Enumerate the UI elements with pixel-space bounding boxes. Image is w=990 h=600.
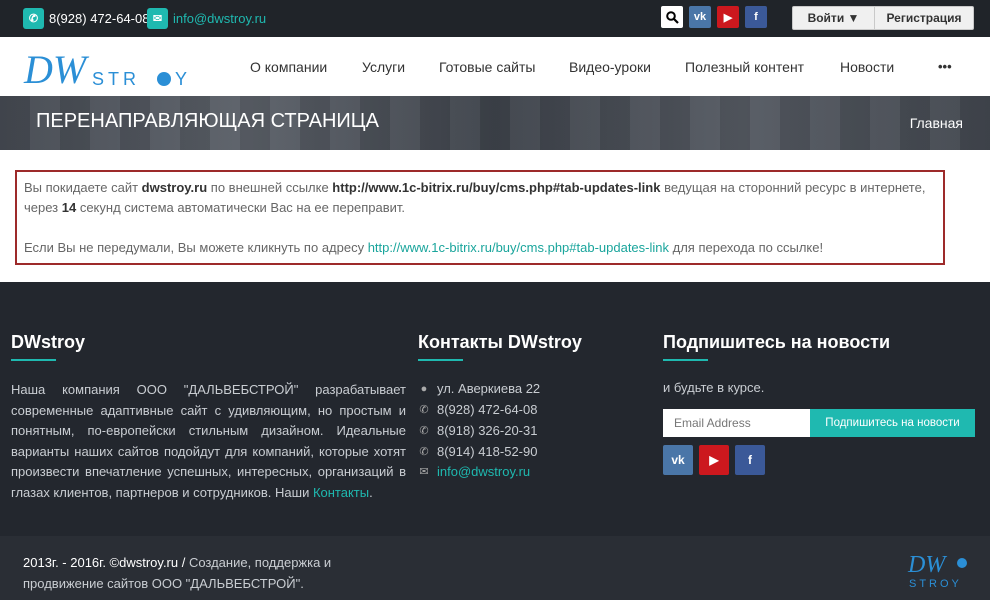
footer-subscribe-title: Подпишитесь на новости [663, 332, 891, 352]
contact-phone-1: ✆ 8(928) 472-64-08 [418, 402, 537, 417]
nav-item-news[interactable]: Новости [840, 59, 894, 75]
title-underline [418, 359, 463, 361]
main-nav: DW STR Y О компании Услуги Готовые сайты… [0, 37, 990, 96]
phone-icon: ✆ [419, 404, 429, 416]
redirect-notice: Вы покидаете сайт dwstroy.ru по внешней … [15, 170, 945, 265]
nav-item-video[interactable]: Видео-уроки [569, 59, 651, 75]
contact-phone-2: ✆ 8(918) 326-20-31 [418, 423, 537, 438]
redirect-link[interactable]: http://www.1c-bitrix.ru/buy/cms.php#tab-… [368, 240, 669, 255]
text: по внешней ссылке [207, 180, 333, 195]
youtube-icon[interactable]: ▶ [717, 6, 739, 28]
footer-logo-globe [957, 558, 967, 568]
site-logo[interactable]: DW STR Y [22, 45, 202, 91]
site-name: dwstroy.ru [141, 180, 208, 195]
logo-subtext: STR [92, 69, 140, 89]
contact-text: 8(928) 472-64-08 [437, 402, 538, 417]
nav-item-services[interactable]: Услуги [362, 59, 405, 75]
email-input[interactable]: Email Address [663, 409, 810, 437]
title-underline [663, 359, 708, 361]
bottom-bar: 2013г. - 2016г. ©dwstroy.ru / Создание, … [0, 536, 990, 600]
phone-number: 8(928) 472-64-08 [49, 11, 150, 26]
email-contact[interactable]: ✉ info@dwstroy.ru [147, 8, 266, 29]
phone-icon: ✆ [419, 425, 429, 437]
nav-more-button[interactable]: ••• [938, 59, 952, 74]
caret-down-icon: ▼ [847, 11, 860, 25]
email-link: info@dwstroy.ru [173, 11, 267, 26]
text: секунд система автоматически Вас на ее п… [76, 200, 406, 215]
vk-icon[interactable]: vk [689, 6, 711, 28]
contact-text: 8(914) 418-52-90 [437, 444, 538, 459]
phone-icon: ✆ [419, 446, 429, 458]
footer-contacts-title: Контакты DWstroy [418, 332, 582, 352]
logo-subtext-end: Y [175, 69, 187, 89]
footer-logo-text: DW [907, 552, 947, 578]
text: для перехода по ссылке! [669, 240, 824, 255]
mail-icon: ✉ [419, 466, 429, 478]
page-banner: ПЕРЕНАПРАВЛЯЮЩАЯ СТРАНИЦА Главная [0, 96, 990, 150]
contacts-link[interactable]: Контакты [313, 485, 369, 500]
contact-email[interactable]: ✉ info@dwstroy.ru [418, 464, 530, 479]
top-bar: ✆ 8(928) 472-64-08 ✉ info@dwstroy.ru vk … [0, 0, 990, 37]
breadcrumb[interactable]: Главная [910, 115, 963, 131]
subscribe-text: и будьте в курсе. [663, 380, 765, 395]
text: Вы покидаете сайт [24, 180, 142, 195]
nav-item-about[interactable]: О компании [250, 59, 327, 75]
facebook-icon[interactable]: f [735, 445, 765, 475]
contact-text: ул. Аверкиева 22 [437, 381, 541, 396]
vk-icon[interactable]: vk [663, 445, 693, 475]
youtube-icon[interactable]: ▶ [699, 445, 729, 475]
logo-text: DW [23, 47, 90, 91]
auth-box: Войти ▼ Регистрация [792, 6, 974, 30]
subscribe-button[interactable]: Подпишитесь на новости [810, 409, 975, 437]
nav-item-content[interactable]: Полезный контент [685, 59, 804, 75]
about-end: . [369, 484, 373, 500]
footer-about-title: DWstroy [11, 332, 86, 352]
footer-logo[interactable]: DW STROY [906, 546, 976, 592]
about-body: Наша компания ООО "ДАЛЬВЕБСТРОЙ" разраба… [11, 382, 406, 500]
countdown-seconds: 14 [61, 200, 77, 215]
contact-address: ● ул. Аверкиева 22 [418, 381, 540, 396]
page-title: ПЕРЕНАПРАВЛЯЮЩАЯ СТРАНИЦА [36, 110, 379, 132]
contact-text: 8(918) 326-20-31 [437, 423, 538, 438]
main-content: Вы покидаете сайт dwstroy.ru по внешней … [0, 150, 990, 282]
redirect-paragraph: Вы покидаете сайт dwstroy.ru по внешней … [24, 178, 936, 218]
footer-logo-subtext: STROY [909, 578, 962, 590]
copyright-year: 2013г. - 2016г. ©dwstroy.ru / [23, 555, 189, 570]
title-underline [11, 359, 56, 361]
phone-contact[interactable]: ✆ 8(928) 472-64-08 [23, 8, 149, 29]
register-button[interactable]: Регистрация [875, 7, 973, 29]
phone-icon: ✆ [23, 8, 44, 29]
contact-phone-3: ✆ 8(914) 418-52-90 [418, 444, 537, 459]
map-marker-icon: ● [420, 382, 428, 395]
footer: DWstroy Наша компания ООО "ДАЛЬВЕБСТРОЙ"… [0, 282, 990, 536]
login-button[interactable]: Войти ▼ [793, 7, 875, 29]
login-label: Войти [807, 11, 845, 25]
nav-item-ready-sites[interactable]: Готовые сайты [439, 59, 535, 75]
target-url: http://www.1c-bitrix.ru/buy/cms.php#tab-… [332, 180, 661, 195]
logo-globe [157, 72, 171, 86]
redirect-paragraph-2: Если Вы не передумали, Вы можете кликнут… [24, 238, 936, 258]
search-icon[interactable] [661, 6, 683, 28]
footer-about-text: Наша компания ООО "ДАЛЬВЕБСТРОЙ" разраба… [11, 380, 406, 503]
facebook-icon[interactable]: f [745, 6, 767, 28]
text: Если Вы не передумали, Вы можете кликнут… [24, 240, 368, 255]
copyright: 2013г. - 2016г. ©dwstroy.ru / Создание, … [23, 552, 343, 594]
mail-icon: ✉ [147, 8, 168, 29]
contact-email-text: info@dwstroy.ru [437, 464, 531, 479]
